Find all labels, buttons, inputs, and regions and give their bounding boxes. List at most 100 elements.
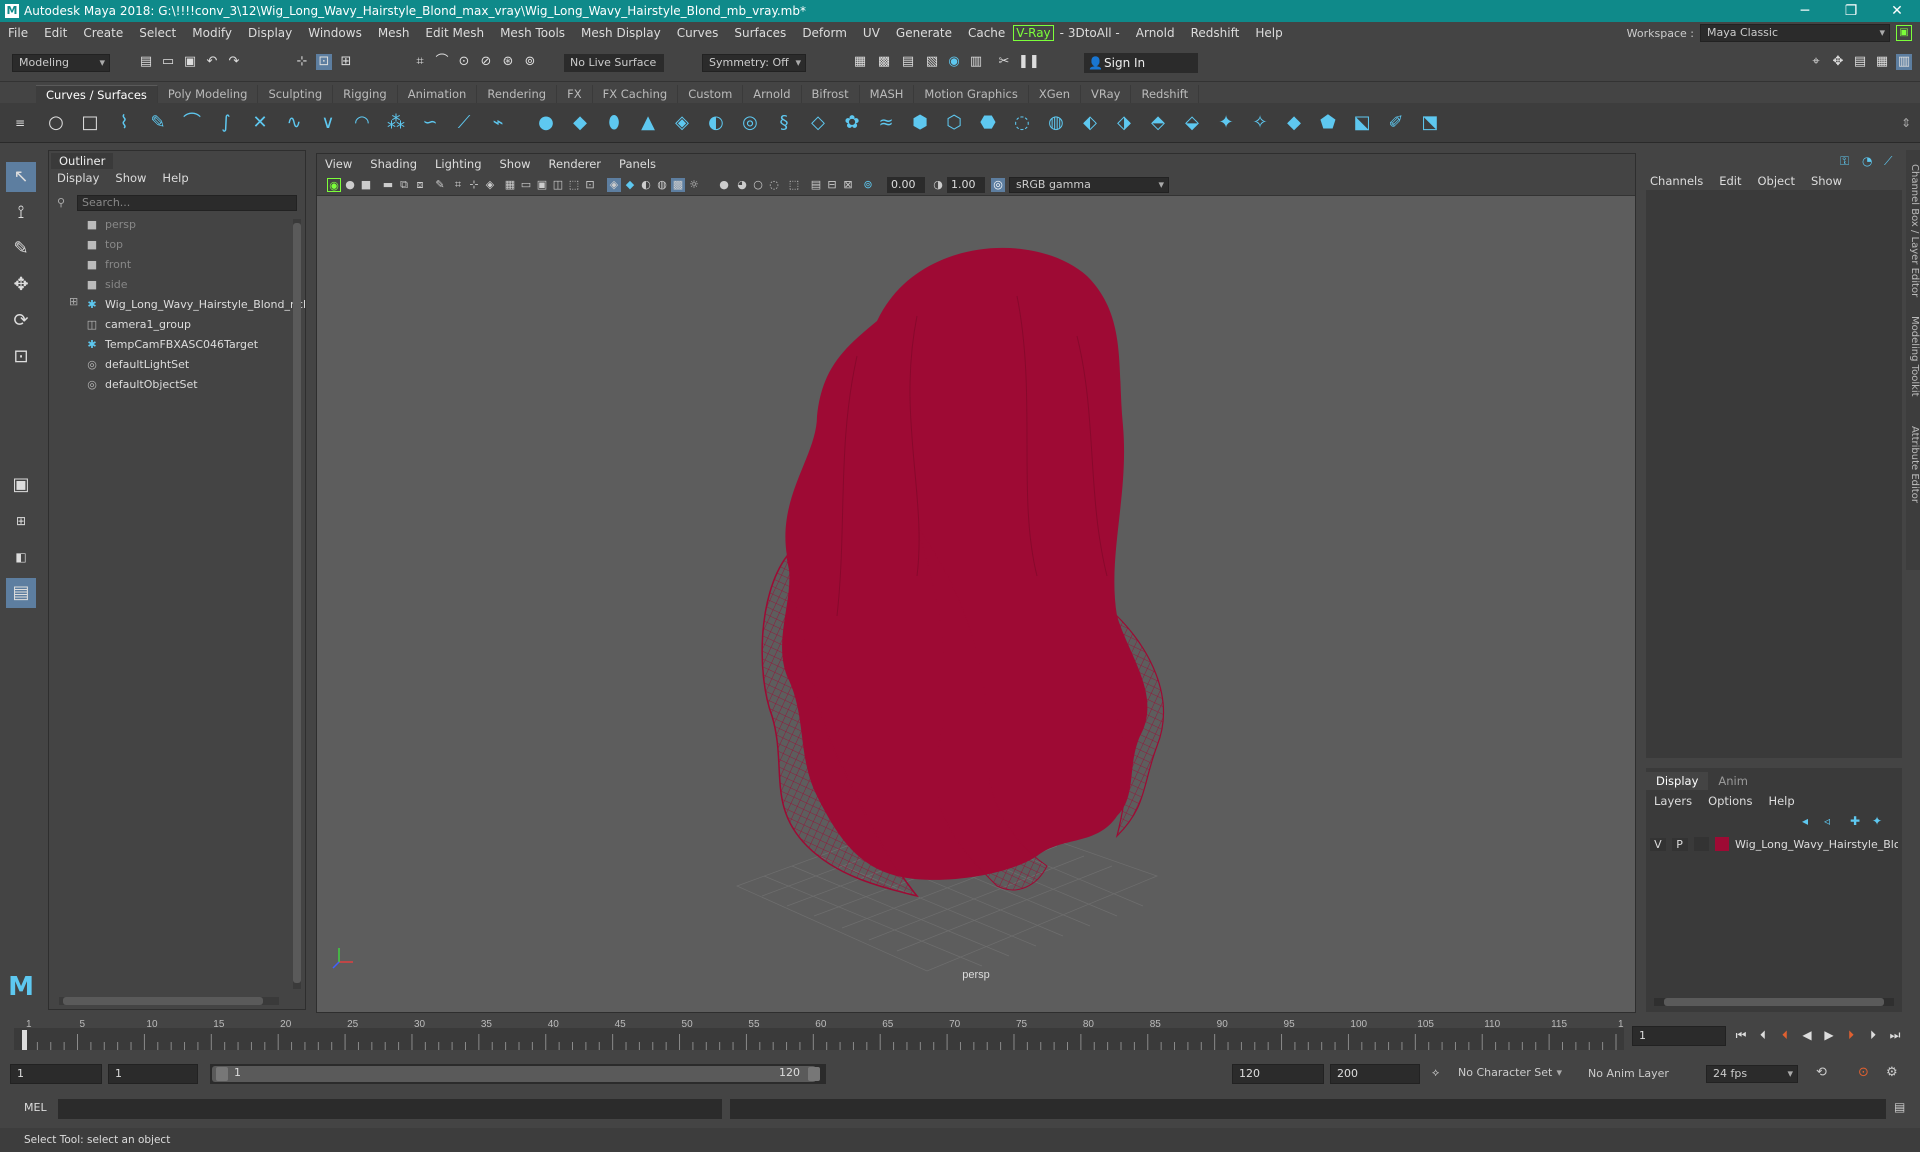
auto-key-icon[interactable]: ⊙ xyxy=(1858,1065,1869,1080)
snap-grid-icon[interactable]: ⌗ xyxy=(412,54,428,70)
time-slider[interactable]: 1 5 10 15 20 25 30 35 40 45 50 55 60 65 70 75 80 85 90 95 10… xyxy=(14,1018,1635,1052)
outliner-item[interactable]: front xyxy=(105,258,131,271)
outliner-persp-layout-icon[interactable]: ◧ xyxy=(6,542,36,572)
channel-menu-edit[interactable]: Edit xyxy=(1719,174,1741,188)
menu-redshift[interactable]: Redshift xyxy=(1183,26,1248,40)
cv-curve-icon[interactable]: ⌒ xyxy=(180,111,204,135)
two-d-pan-icon[interactable]: ⧈ xyxy=(413,178,427,192)
pencil-curve-icon[interactable]: ✎ xyxy=(146,111,170,135)
channel-box-float-icon[interactable]: ⟋ xyxy=(1884,154,1892,169)
current-time-indicator[interactable] xyxy=(22,1030,27,1050)
trim-tool-icon[interactable]: ⬖ xyxy=(1078,111,1102,135)
exposure-icon[interactable]: ⊚ xyxy=(861,178,875,192)
motion-blur-icon[interactable]: ● xyxy=(717,178,731,192)
snap-live-icon[interactable]: ⊚ xyxy=(522,54,538,70)
viewport-menu-renderer[interactable]: Renderer xyxy=(549,157,602,171)
step-back-key-icon[interactable]: ⏴ xyxy=(1754,1026,1772,1044)
range-end-handle[interactable] xyxy=(808,1067,820,1081)
layer-menu-help[interactable]: Help xyxy=(1768,794,1794,808)
menu-cache[interactable]: Cache xyxy=(960,26,1013,40)
step-forward-frame-icon[interactable]: ⏵ xyxy=(1842,1026,1860,1044)
snap-view-icon[interactable]: ⊘ xyxy=(478,54,494,70)
outliner-vertical-scrollbar[interactable] xyxy=(293,219,301,989)
playback-end-field[interactable]: 120 xyxy=(1232,1064,1324,1084)
script-language-label[interactable]: MEL xyxy=(24,1101,47,1114)
nurbs-torus-icon[interactable]: ◐ xyxy=(704,111,728,135)
snap-surface-icon[interactable]: ⊛ xyxy=(500,54,516,70)
grease-pencil-icon[interactable]: ✎ xyxy=(433,178,447,192)
new-layer-selected-icon[interactable]: ✦ xyxy=(1872,814,1882,828)
intersect-curve-icon[interactable]: ✕ xyxy=(248,111,272,135)
safe-title-icon[interactable]: ◫ xyxy=(551,178,565,192)
nurbs-sphere-icon[interactable]: ● xyxy=(534,111,558,135)
detach-curve-icon[interactable]: ∨ xyxy=(316,111,340,135)
menu-mesh-tools[interactable]: Mesh Tools xyxy=(492,26,573,40)
outliner-menu-show[interactable]: Show xyxy=(115,171,146,187)
save-scene-icon[interactable]: ▣ xyxy=(182,54,198,70)
wireframe-on-shaded-icon[interactable]: ◈ xyxy=(607,178,621,192)
layer-menu-options[interactable]: Options xyxy=(1708,794,1752,808)
side-tab-modeling-toolkit[interactable]: Modeling Toolkit xyxy=(1906,316,1920,397)
shelf-tab-custom[interactable]: Custom xyxy=(678,85,744,103)
channel-menu-show[interactable]: Show xyxy=(1811,174,1842,188)
select-hierarchy-icon[interactable]: ⊹ xyxy=(294,54,310,70)
menu-edit[interactable]: Edit xyxy=(36,26,75,40)
vray-render-icon[interactable]: ▥ xyxy=(968,54,984,70)
channel-box-settings-icon[interactable]: ◔ xyxy=(1862,154,1872,168)
menu-create[interactable]: Create xyxy=(75,26,131,40)
menu-mesh-display[interactable]: Mesh Display xyxy=(573,26,669,40)
outliner-horizontal-scrollbar[interactable] xyxy=(59,997,279,1005)
shadows-icon[interactable]: ◍ xyxy=(655,178,669,192)
range-slider-handle[interactable] xyxy=(212,1066,816,1082)
fillet-curve-icon[interactable]: ◠ xyxy=(350,111,374,135)
bezier-curve-icon[interactable]: ∫ xyxy=(214,111,238,135)
use-lights-icon[interactable]: ◐ xyxy=(639,178,653,192)
channel-box-icon[interactable]: ▥ xyxy=(1896,54,1912,70)
anti-aliasing-icon[interactable]: ◕ xyxy=(735,178,749,192)
shelf-tab-poly-modeling[interactable]: Poly Modeling xyxy=(158,85,259,103)
square-surface-icon[interactable]: ⬣ xyxy=(976,111,1000,135)
outliner-item[interactable]: TempCamFBXASC046Target xyxy=(105,338,258,351)
birail-icon[interactable]: ≈ xyxy=(874,111,898,135)
menu-deform[interactable]: Deform xyxy=(794,26,855,40)
viewport-panel[interactable]: View Shading Lighting Show Renderer Pane… xyxy=(316,153,1636,1013)
move-layer-down-icon[interactable]: ◃ xyxy=(1824,814,1830,828)
ep-curve-icon[interactable]: ⌇ xyxy=(112,111,136,135)
playback-start-field[interactable]: 1 xyxy=(108,1064,198,1084)
shelf-tab-sculpting[interactable]: Sculpting xyxy=(258,85,334,103)
layer-type-toggle[interactable] xyxy=(1693,837,1710,851)
layer-menu-layers[interactable]: Layers xyxy=(1654,794,1692,808)
shelf-tab-vray[interactable]: VRay xyxy=(1081,85,1132,103)
shelf-tab-bifrost[interactable]: Bifrost xyxy=(802,85,860,103)
loop-icon[interactable]: ⟲ xyxy=(1816,1065,1827,1080)
shelf-tab-xgen[interactable]: XGen xyxy=(1029,85,1081,103)
nurbs-cone-icon[interactable]: ▲ xyxy=(636,111,660,135)
offset-surface-icon[interactable]: ⬟ xyxy=(1316,111,1340,135)
close-button[interactable]: ✕ xyxy=(1874,0,1920,22)
attach-curve-icon[interactable]: ∿ xyxy=(282,111,306,135)
outliner-layout-icon[interactable]: ▤ xyxy=(6,578,36,608)
shelf-tab-rigging[interactable]: Rigging xyxy=(333,85,398,103)
untrim-icon[interactable]: ⬗ xyxy=(1112,111,1136,135)
vray-ipr-icon[interactable]: ✂ xyxy=(996,54,1012,70)
redo-icon[interactable]: ↷ xyxy=(226,54,242,70)
ipr-render-icon[interactable]: ▤ xyxy=(900,54,916,70)
go-to-end-icon[interactable]: ⏭ xyxy=(1886,1026,1904,1044)
layer-name[interactable]: Wig_Long_Wavy_Hairstyle_Blo xyxy=(1735,838,1898,851)
safe-action-icon[interactable]: ▣ xyxy=(535,178,549,192)
script-editor-icon[interactable]: ▤ xyxy=(1894,1100,1905,1114)
bevel-plus-icon[interactable]: ⬢ xyxy=(908,111,932,135)
extrude-icon[interactable]: ✿ xyxy=(840,111,864,135)
detach-surface-icon[interactable]: ⬙ xyxy=(1180,111,1204,135)
menu-select[interactable]: Select xyxy=(131,26,184,40)
modeling-toolkit-icon[interactable]: ⌖ xyxy=(1808,54,1824,70)
attribute-editor-icon[interactable]: ▤ xyxy=(1852,54,1868,70)
select-object-icon[interactable]: ⊡ xyxy=(316,54,332,70)
current-frame-field[interactable]: 1 xyxy=(1632,1026,1726,1046)
live-surface-field[interactable]: No Live Surface xyxy=(564,54,664,72)
outliner-item[interactable]: camera1_group xyxy=(105,318,191,331)
extend-surface-icon[interactable]: ◆ xyxy=(1282,111,1306,135)
layer-tab-display[interactable]: Display xyxy=(1646,772,1709,790)
intersect-surface-icon[interactable]: ◍ xyxy=(1044,111,1068,135)
view-transform-dropdown[interactable]: sRGB gamma xyxy=(1009,177,1169,193)
